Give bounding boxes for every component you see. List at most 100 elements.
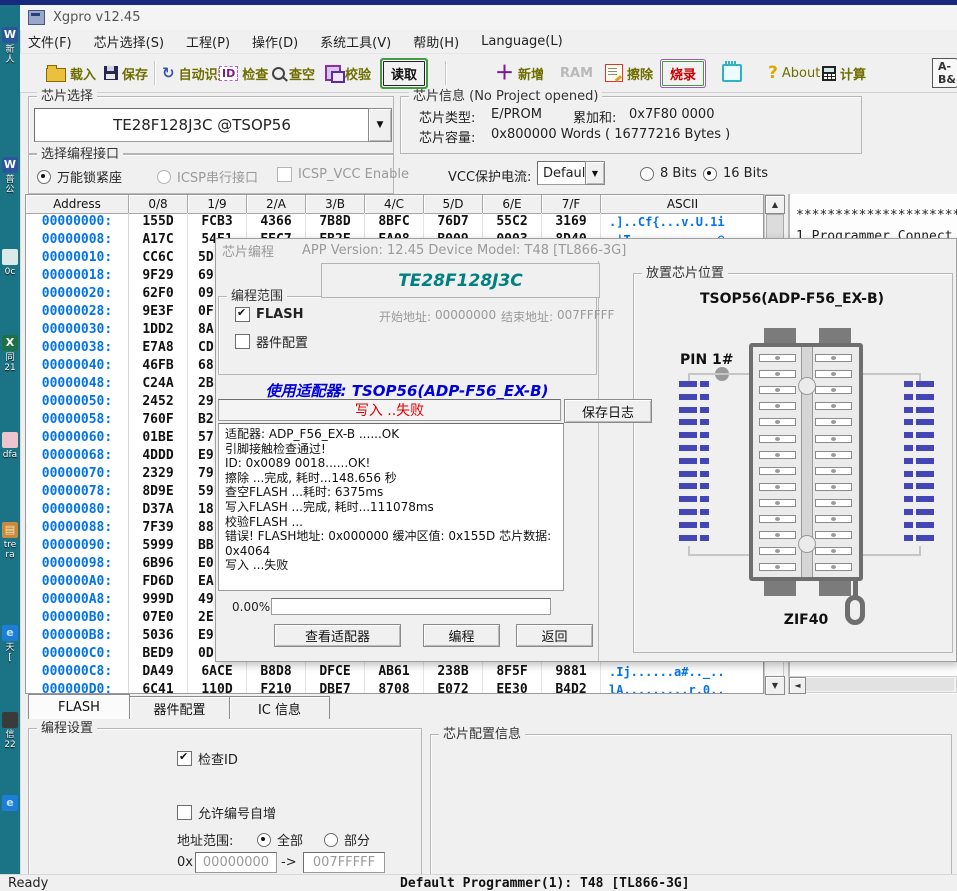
radio-zif-socket[interactable]: 万能锁紧座: [37, 167, 122, 186]
status-ready: Ready: [8, 876, 48, 891]
scroll-up-icon[interactable]: ▲: [765, 195, 785, 214]
chip-select-combobox[interactable]: TE28F128J3C @TSOP56: [34, 108, 370, 142]
radio-16bits[interactable]: 16 Bits: [703, 166, 768, 181]
socket-pin-slot: [759, 354, 796, 362]
swoosh-desktop-icon[interactable]: e: [2, 795, 18, 811]
hex-header-cell[interactable]: 0/8: [129, 195, 188, 214]
socket-pin-slot: [759, 435, 796, 443]
hex-value-cell: B4D2: [542, 681, 601, 694]
flash-checkbox[interactable]: FLASH: [235, 307, 303, 322]
panel-horizontal-scrollbar[interactable]: ◄: [788, 676, 957, 693]
excel-desktop-icon[interactable]: X: [2, 335, 18, 351]
word-desktop-icon[interactable]: W: [2, 157, 18, 173]
hex-header-cell[interactable]: 7/F: [542, 195, 601, 214]
menu-item[interactable]: 系统工具(V): [320, 32, 391, 51]
table-row[interactable]: 00000000:155DFCB343667B8D8BFC76D755C2316…: [26, 213, 763, 231]
hex-value-cell: 62F0: [129, 285, 188, 303]
radio-range-part[interactable]: 部分: [324, 830, 370, 849]
scrollbar-thumb[interactable]: [806, 678, 954, 691]
id-check-button[interactable]: ID 检查: [219, 54, 268, 92]
radio-8bits-label: 8 Bits: [660, 166, 697, 181]
chip-config-group: 芯片配置信息: [430, 734, 952, 876]
hex-ascii-cell: .Ij......a#.._..: [601, 663, 764, 681]
ram-button[interactable]: RAM: [560, 54, 593, 92]
menu-item[interactable]: Language(L): [481, 34, 563, 49]
save-log-label: 保存日志: [582, 402, 634, 421]
hex-header-cell[interactable]: 5/D: [424, 195, 483, 214]
dialog-chip-name: TE28F128J3C: [321, 263, 600, 298]
tab-flash[interactable]: FLASH: [28, 694, 130, 719]
auto-increment-checkbox[interactable]: 允许编号自增: [177, 803, 276, 822]
address-to-input[interactable]: 007FFFFF: [303, 852, 385, 873]
burn-button[interactable]: 烧录: [662, 54, 704, 92]
about-button[interactable]: ? About: [768, 54, 820, 92]
chip-select-value: TE28F128J3C @TSOP56: [113, 116, 291, 134]
save-button[interactable]: 保存: [104, 54, 148, 92]
return-button[interactable]: 返回: [516, 624, 593, 647]
view-adapter-button[interactable]: 查看适配器: [274, 624, 401, 647]
scroll-left-icon[interactable]: ◄: [789, 677, 806, 694]
table-row[interactable]: 000000C8:DA496ACEB8D8DFCEAB61238B8F5F988…: [26, 663, 763, 681]
menu-item[interactable]: 芯片选择(S): [94, 32, 164, 51]
adapter-line: 使用适配器: TSOP56(ADP-F56_EX-B): [216, 380, 598, 401]
operation-status-box: 写入 ..失败: [218, 399, 561, 421]
window-titlebar[interactable]: Xgpro v12.45: [20, 5, 957, 30]
blank-check-button[interactable]: 查空: [272, 54, 315, 92]
calc-button[interactable]: 计算: [822, 54, 866, 92]
pin-bar: [916, 381, 934, 387]
device-config-checkbox[interactable]: 器件配置: [235, 332, 308, 351]
vcc-dropdown-button[interactable]: ▼: [585, 161, 605, 185]
dialog-titlebar[interactable]: 芯片编程 APP Version: 12.45 Device Model: T4…: [216, 239, 956, 261]
operation-log[interactable]: 适配器: ADP_F56_EX-B ......OK引脚接触检查通过!ID: 0…: [218, 423, 564, 591]
check-id-checkbox[interactable]: 检查ID: [177, 749, 238, 768]
radio-range-all[interactable]: 全部: [257, 830, 303, 849]
menu-item[interactable]: 工程(P): [186, 32, 230, 51]
radio-icon: [324, 833, 338, 847]
hex-header-cell[interactable]: 3/B: [306, 195, 365, 214]
zif40-label: ZIF40: [749, 612, 863, 628]
chip-tool-button[interactable]: [722, 54, 742, 92]
load-button[interactable]: 载入: [46, 54, 96, 92]
dark-desktop-icon[interactable]: [2, 712, 18, 728]
program-range-label: 编程范围: [227, 289, 287, 304]
table-row[interactable]: 000000D0:6C41110DF210DBE78708E072EE30B4D…: [26, 681, 763, 694]
hex-header-cell[interactable]: ASCII: [601, 195, 764, 214]
menu-item[interactable]: 帮助(H): [413, 32, 459, 51]
verify-button[interactable]: 校验: [325, 54, 371, 92]
chip-select-dropdown-button[interactable]: ▼: [368, 108, 392, 142]
hex-header-cell[interactable]: 4/C: [365, 195, 424, 214]
hex-address-cell: 00000010:: [26, 249, 129, 267]
plus-icon: ＋: [495, 64, 514, 83]
hex-address-cell: 000000B0:: [26, 609, 129, 627]
desktop-icons-strip[interactable]: W新 人W普 公0cX同 21dfa▤tre rae天 [信 22e: [0, 5, 20, 874]
add-button[interactable]: ＋ 新增: [495, 54, 544, 92]
end-address-value: 007FFFFF: [557, 308, 614, 322]
hex-header-cell[interactable]: 6/E: [483, 195, 542, 214]
menu-item[interactable]: 文件(F): [28, 32, 72, 51]
erase-button[interactable]: 擦除: [605, 54, 653, 92]
photo-desktop-icon[interactable]: [2, 249, 18, 265]
radio-8bits[interactable]: 8 Bits: [640, 166, 697, 181]
save-log-button[interactable]: 保存日志: [564, 399, 652, 423]
pink-desktop-icon[interactable]: [2, 432, 18, 448]
menu-item[interactable]: 操作(D): [252, 32, 298, 51]
tab-device-config[interactable]: 器件配置: [129, 696, 230, 719]
tab-ic-info[interactable]: IC 信息: [229, 696, 330, 719]
swoosh-desktop-icon[interactable]: e: [2, 625, 18, 641]
program-button[interactable]: 编程: [423, 624, 500, 647]
logic-gate-button[interactable]: A-B&: [932, 54, 957, 92]
read-button[interactable]: 读取: [383, 54, 425, 92]
icsp-vcc-checkbox[interactable]: ICSP_VCC Enable: [277, 167, 409, 182]
hex-header-cell[interactable]: 1/9: [188, 195, 247, 214]
address-from-input[interactable]: 00000000: [195, 852, 277, 873]
tab-flash-label: FLASH: [58, 700, 100, 715]
rar-desktop-icon[interactable]: ▤: [2, 522, 18, 538]
scroll-down-icon[interactable]: ▼: [765, 676, 785, 695]
vcc-combobox[interactable]: Default: [537, 161, 592, 185]
programming-settings-group: 编程设置 检查ID 允许编号自增 地址范围: 全部 部分 0x 00000000…: [28, 728, 422, 876]
hex-header-cell[interactable]: 2/A: [247, 195, 306, 214]
hex-value-cell: 01BE: [129, 429, 188, 447]
word-desktop-icon[interactable]: W: [2, 27, 18, 43]
hex-header-cell[interactable]: Address: [26, 195, 129, 214]
radio-icsp[interactable]: ICSP串行接口: [157, 167, 258, 186]
